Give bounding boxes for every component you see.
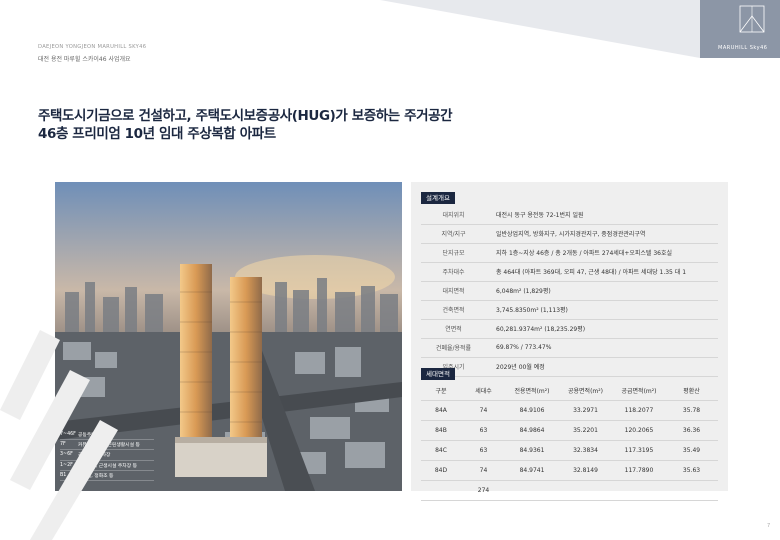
headline-line-2: 46층 프리미엄 10년 임대 주상복합 아파트 bbox=[38, 126, 276, 142]
table-cell: 35.2201 bbox=[573, 427, 598, 434]
overview-value: 일반상업지역, 방화지구, 시가지경관지구, 중점경관관리구역 bbox=[496, 231, 646, 238]
table-header-cell: 공급면적(m²) bbox=[621, 388, 657, 395]
project-info-panel: 설계개요 대지위치 대전시 동구 용전동 72-1번지 일원 지역/지구 일반상… bbox=[411, 182, 728, 501]
table-cell: 117.7890 bbox=[624, 467, 654, 474]
overview-section-title: 설계개요 bbox=[421, 192, 455, 204]
table-cell: 32.8149 bbox=[573, 467, 598, 474]
page-subtitle: 대전 용전 마루힐 스카이46 사업개요 bbox=[38, 56, 131, 63]
table-header-cell: 평환산 bbox=[683, 388, 700, 395]
header-band bbox=[380, 0, 780, 58]
overview-value: 대전시 동구 용전동 72-1번지 일원 bbox=[496, 212, 584, 219]
table-cell: 74 bbox=[479, 467, 488, 474]
table-cell: 74 bbox=[479, 407, 488, 414]
overview-value: 60,281.9374m² (18,235.29평) bbox=[496, 326, 586, 333]
overview-row: 입주시기 2029년 00월 예정 bbox=[421, 357, 718, 377]
table-cell: 84.9361 bbox=[519, 447, 545, 454]
overview-row: 단지규모 지하 1층~지상 46층 / 총 2개동 / 아파트 274세대+오피… bbox=[421, 243, 718, 263]
table-header-cell: 세대수 bbox=[475, 388, 492, 395]
table-cell: 118.2077 bbox=[624, 407, 654, 414]
table-cell: 32.3834 bbox=[573, 447, 598, 454]
overview-key: 주차대수 bbox=[442, 269, 465, 276]
table-row: 84B 63 84.9864 35.2201 120.2065 36.36 bbox=[421, 421, 718, 441]
table-cell: 63 bbox=[479, 427, 488, 434]
overview-row: 건축면적 3,745.8350m² (1,113평) bbox=[421, 300, 718, 320]
overview-key: 대지면적 bbox=[442, 288, 465, 295]
table-cell: 84.9741 bbox=[519, 467, 545, 474]
page-headline: 주택도시기금으로 건설하고, 주택도시보증공사(HUG)가 보증하는 주거공간 … bbox=[38, 107, 453, 143]
brand-logo-icon bbox=[734, 2, 774, 42]
table-cell: 84.9106 bbox=[519, 407, 545, 414]
table-cell: 84C bbox=[435, 447, 447, 454]
table-header-cell: 구분 bbox=[435, 388, 447, 395]
overview-row: 주차대수 총 464대 (아파트 369대, 오피 47, 근생 48대) / … bbox=[421, 262, 718, 282]
table-cell: 84A bbox=[435, 407, 447, 414]
overview-key: 건폐율/용적률 bbox=[435, 345, 472, 352]
table-cell: 35.63 bbox=[682, 467, 701, 474]
table-cell: 120.2065 bbox=[624, 427, 654, 434]
table-cell: 117.3195 bbox=[624, 447, 654, 454]
table-cell: 33.2971 bbox=[573, 407, 598, 414]
overview-value: 69.87% / 773.47% bbox=[496, 344, 552, 351]
overview-key: 건축면적 bbox=[442, 307, 465, 314]
overview-row: 연면적 60,281.9374m² (18,235.29평) bbox=[421, 319, 718, 339]
overview-value: 총 464대 (아파트 369대, 오피 47, 근생 48대) / 아파트 세… bbox=[496, 269, 687, 276]
table-cell: 63 bbox=[479, 447, 488, 454]
page-number: 7 bbox=[767, 523, 771, 529]
table-cell: 84B bbox=[435, 427, 447, 434]
overview-value: 지하 1층~지상 46층 / 총 2개동 / 아파트 274세대+오피스텔 36… bbox=[496, 250, 673, 257]
table-cell: 35.78 bbox=[682, 407, 701, 414]
overview-value: 6,048m² (1,829평) bbox=[496, 288, 551, 295]
unit-area-table: 구분 세대수 전용면적(m²) 공용면적(m²) 공급면적(m²) 평환산 84… bbox=[421, 381, 718, 501]
table-cell: 35.49 bbox=[682, 447, 701, 454]
overview-key: 연면적 bbox=[445, 326, 462, 333]
overview-key: 단지규모 bbox=[442, 250, 465, 257]
overview-row: 대지면적 6,048m² (1,829평) bbox=[421, 281, 718, 301]
overview-row: 건폐율/용적률 69.87% / 773.47% bbox=[421, 338, 718, 358]
table-row: 84A 74 84.9106 33.2971 118.2077 35.78 bbox=[421, 401, 718, 421]
overview-key: 지역/지구 bbox=[441, 231, 466, 238]
overview-row: 지역/지구 일반상업지역, 방화지구, 시가지경관지구, 중점경관관리구역 bbox=[421, 224, 718, 244]
headline-line-1: 주택도시기금으로 건설하고, 주택도시보증공사(HUG)가 보증하는 주거공간 bbox=[38, 108, 453, 124]
table-header-row: 구분 세대수 전용면적(m²) 공용면적(m²) 공급면적(m²) 평환산 bbox=[421, 381, 718, 401]
table-row: 84C 63 84.9361 32.3834 117.3195 35.49 bbox=[421, 441, 718, 461]
table-cell: 84.9864 bbox=[519, 427, 545, 434]
table-cell: 84D bbox=[434, 467, 448, 474]
overview-value: 3,745.8350m² (1,113평) bbox=[496, 307, 568, 314]
overview-row: 대지위치 대전시 동구 용전동 72-1번지 일원 bbox=[421, 205, 718, 225]
units-section-title: 세대면적 bbox=[421, 368, 455, 380]
project-eyebrow: DAEJEON YONGJEON MARUHILL SKY46 bbox=[38, 44, 147, 50]
total-units: 274 bbox=[477, 487, 490, 494]
table-cell: 36.36 bbox=[682, 427, 701, 434]
watermark-graphic bbox=[0, 330, 118, 540]
table-total-row: 274 bbox=[421, 481, 718, 501]
table-header-cell: 전용면적(m²) bbox=[514, 388, 550, 395]
overview-value: 2029년 00월 예정 bbox=[496, 364, 545, 371]
table-header-cell: 공용면적(m²) bbox=[567, 388, 603, 395]
table-row: 84D 74 84.9741 32.8149 117.7890 35.63 bbox=[421, 461, 718, 481]
overview-key: 대지위치 bbox=[442, 212, 465, 219]
brand-name: MARUHILL Sky46 bbox=[718, 45, 768, 51]
